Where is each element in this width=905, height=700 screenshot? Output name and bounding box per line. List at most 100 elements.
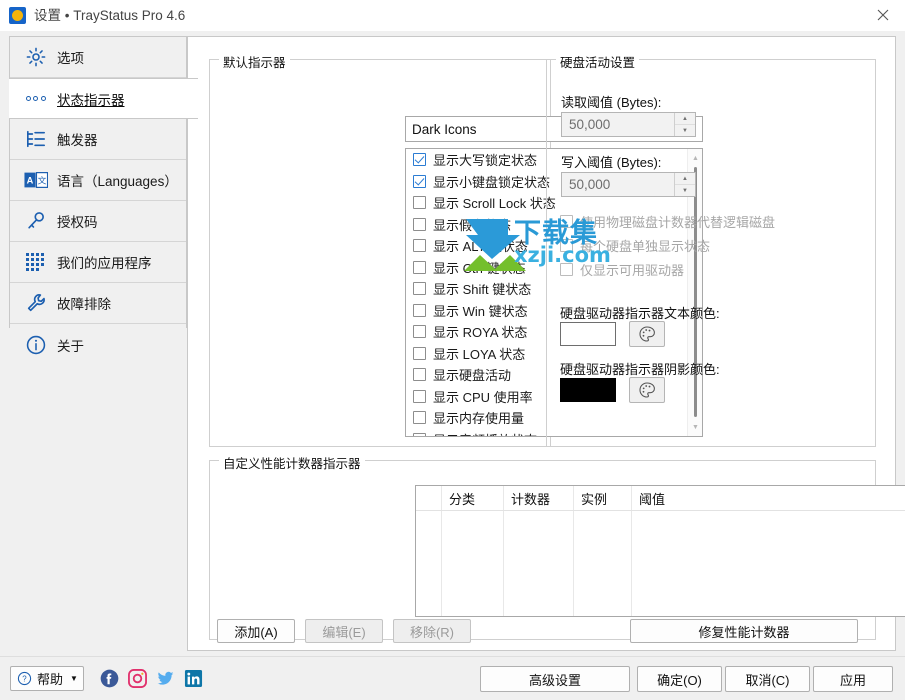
question-circle-icon: ? (17, 671, 32, 686)
write-threshold-value: 50,000 (569, 177, 611, 192)
sidebar-item-triggers[interactable]: 触发器 (10, 119, 186, 160)
edit-button[interactable]: 编辑(E) (305, 619, 383, 643)
stepper-down-icon[interactable]: ▼ (675, 185, 695, 196)
checkbox-icon[interactable] (560, 238, 573, 252)
checkbox-icon[interactable] (413, 368, 426, 382)
sidebar-item-label: 授权码 (57, 215, 98, 230)
disk-checkbox-list: 使用物理磁盘计数器代替逻辑磁盘每个硬盘单独显示状态 仅显示可用驱动器 (560, 209, 860, 281)
linkedin-icon[interactable] (184, 669, 203, 688)
help-button[interactable]: ? 帮助 ▼ (10, 666, 84, 691)
ok-button[interactable]: 确定(O) (637, 666, 722, 692)
table-col-category (442, 511, 504, 616)
key-icon (23, 209, 48, 234)
add-button[interactable]: 添加(A) (217, 619, 295, 643)
facebook-icon[interactable] (100, 669, 119, 688)
indicator-checkbox-label: 显示 ALT 键状态 (433, 239, 528, 255)
sidebar-item-language[interactable]: A 文 语言（Languages） (10, 160, 186, 201)
read-threshold-input[interactable]: 50,000 ▲ ▼ (561, 112, 696, 137)
disk-checkbox-label: 仅显示可用驱动器 (580, 262, 685, 278)
sidebar-item-license[interactable]: 授权码 (10, 201, 186, 242)
checkbox-icon[interactable] (413, 174, 426, 188)
sidebar-item-about[interactable]: 关于 (10, 324, 186, 365)
app-icon (9, 7, 26, 24)
settings-panel: 默认指示器 Dark Icons ▼ 显示大写锁定状态显示小键盘锁定状态显示 S… (187, 36, 905, 651)
close-icon[interactable] (860, 0, 905, 30)
stepper-down-icon[interactable]: ▼ (675, 125, 695, 136)
checkbox-icon[interactable] (413, 153, 426, 167)
group-title: 自定义性能计数器指示器 (219, 453, 365, 472)
sidebar-item-options[interactable]: 选项 (10, 37, 186, 78)
checkbox-icon[interactable] (413, 196, 426, 210)
disk-checkbox-row[interactable]: 每个硬盘单独显示状态 (560, 233, 860, 257)
instagram-icon[interactable] (128, 669, 147, 688)
chevron-down-icon: ▼ (70, 674, 78, 683)
indicator-checkbox-label: 显示 ROYA 状态 (433, 325, 528, 341)
indicator-checkbox-label: 显示 CPU 使用率 (433, 389, 533, 405)
remove-button[interactable]: 移除(R) (393, 619, 471, 643)
checkbox-icon[interactable] (413, 260, 426, 274)
checkbox-icon[interactable] (413, 325, 426, 339)
stepper-up-icon[interactable]: ▲ (675, 173, 695, 185)
write-threshold-label: 写入阈值 (Bytes): (561, 155, 662, 170)
checkbox-icon[interactable] (413, 432, 426, 436)
stepper-up-icon[interactable]: ▲ (675, 113, 695, 125)
sidebar-item-label: 故障排除 (57, 297, 111, 312)
checkbox-icon[interactable] (413, 282, 426, 296)
table-col-threshold (632, 511, 905, 616)
palette-icon (639, 326, 655, 342)
table-header-row: 分类 计数器 实例 阈值 (416, 486, 905, 511)
svg-text:文: 文 (37, 175, 46, 187)
table-col-instance (574, 511, 632, 616)
sidebar-item-label: 触发器 (57, 133, 98, 148)
table-col-counter (504, 511, 574, 616)
sidebar-item-troubleshooting[interactable]: 故障排除 (10, 283, 186, 324)
gear-icon (23, 45, 48, 70)
disk-shadow-color-picker-button[interactable] (629, 377, 665, 403)
language-icon: A 文 (23, 168, 48, 193)
disk-shadow-color-label: 硬盘驱动器指示器阴影颜色: (560, 362, 720, 377)
disk-checkbox-row[interactable]: 仅显示可用驱动器 (560, 257, 860, 281)
table-header-selector (416, 486, 442, 510)
cancel-button[interactable]: 取消(C) (725, 666, 810, 692)
sidebar-item-label: 状态指示器 (57, 92, 125, 108)
advanced-settings-button[interactable]: 高级设置 (480, 666, 630, 692)
trigger-tree-icon (23, 127, 48, 152)
checkbox-icon[interactable] (560, 214, 573, 228)
checkbox-icon[interactable] (413, 389, 426, 403)
read-threshold-stepper[interactable]: ▲ ▼ (674, 113, 695, 136)
perf-counters-table[interactable]: 分类 计数器 实例 阈值 (415, 485, 905, 617)
checkbox-icon[interactable] (413, 217, 426, 231)
indicator-checkbox-label: 显示 Ctrl 键状态 (433, 260, 526, 276)
read-threshold-label: 读取阈值 (Bytes): (561, 95, 662, 110)
disk-text-color-swatch[interactable] (560, 322, 616, 346)
table-header-category: 分类 (442, 486, 504, 510)
window-title: 设置 • TrayStatus Pro 4.6 (34, 8, 186, 23)
disk-shadow-color-swatch[interactable] (560, 378, 616, 402)
sidebar-item-label: 选项 (57, 51, 84, 66)
checkbox-icon[interactable] (413, 411, 426, 425)
disk-checkbox-label: 每个硬盘单独显示状态 (580, 238, 711, 254)
disk-checkbox-row[interactable]: 使用物理磁盘计数器代替逻辑磁盘 (560, 209, 860, 233)
table-col-selector (416, 511, 442, 616)
sidebar-item-status-indicators[interactable]: 状态指示器 (9, 78, 198, 119)
sidebar-item-our-apps[interactable]: 我们的应用程序 (10, 242, 186, 283)
checkbox-icon[interactable] (413, 303, 426, 317)
disk-text-color-picker-button[interactable] (629, 321, 665, 347)
group-title: 默认指示器 (219, 52, 290, 71)
indicator-checkbox-label: 显示音频播放状态 (433, 430, 537, 436)
title-bar: 设置 • TrayStatus Pro 4.6 (0, 0, 905, 32)
checkbox-icon[interactable] (413, 239, 426, 253)
dots-icon (23, 86, 48, 111)
write-threshold-input[interactable]: 50,000 ▲ ▼ (561, 172, 696, 197)
svg-text:A: A (26, 176, 33, 186)
apply-button[interactable]: 应用 (813, 666, 893, 692)
write-threshold-stepper[interactable]: ▲ ▼ (674, 173, 695, 196)
indicator-checkbox-label: 显示 Shift 键状态 (433, 282, 532, 298)
help-button-label: 帮助 (37, 672, 64, 687)
indicator-theme-value: Dark Icons (412, 121, 477, 137)
indicator-checkbox-label: 显示内存使用量 (433, 411, 525, 427)
checkbox-icon[interactable] (560, 262, 573, 276)
checkbox-icon[interactable] (413, 346, 426, 360)
twitter-icon[interactable] (156, 669, 175, 688)
repair-counters-button[interactable]: 修复性能计数器 (630, 619, 858, 643)
